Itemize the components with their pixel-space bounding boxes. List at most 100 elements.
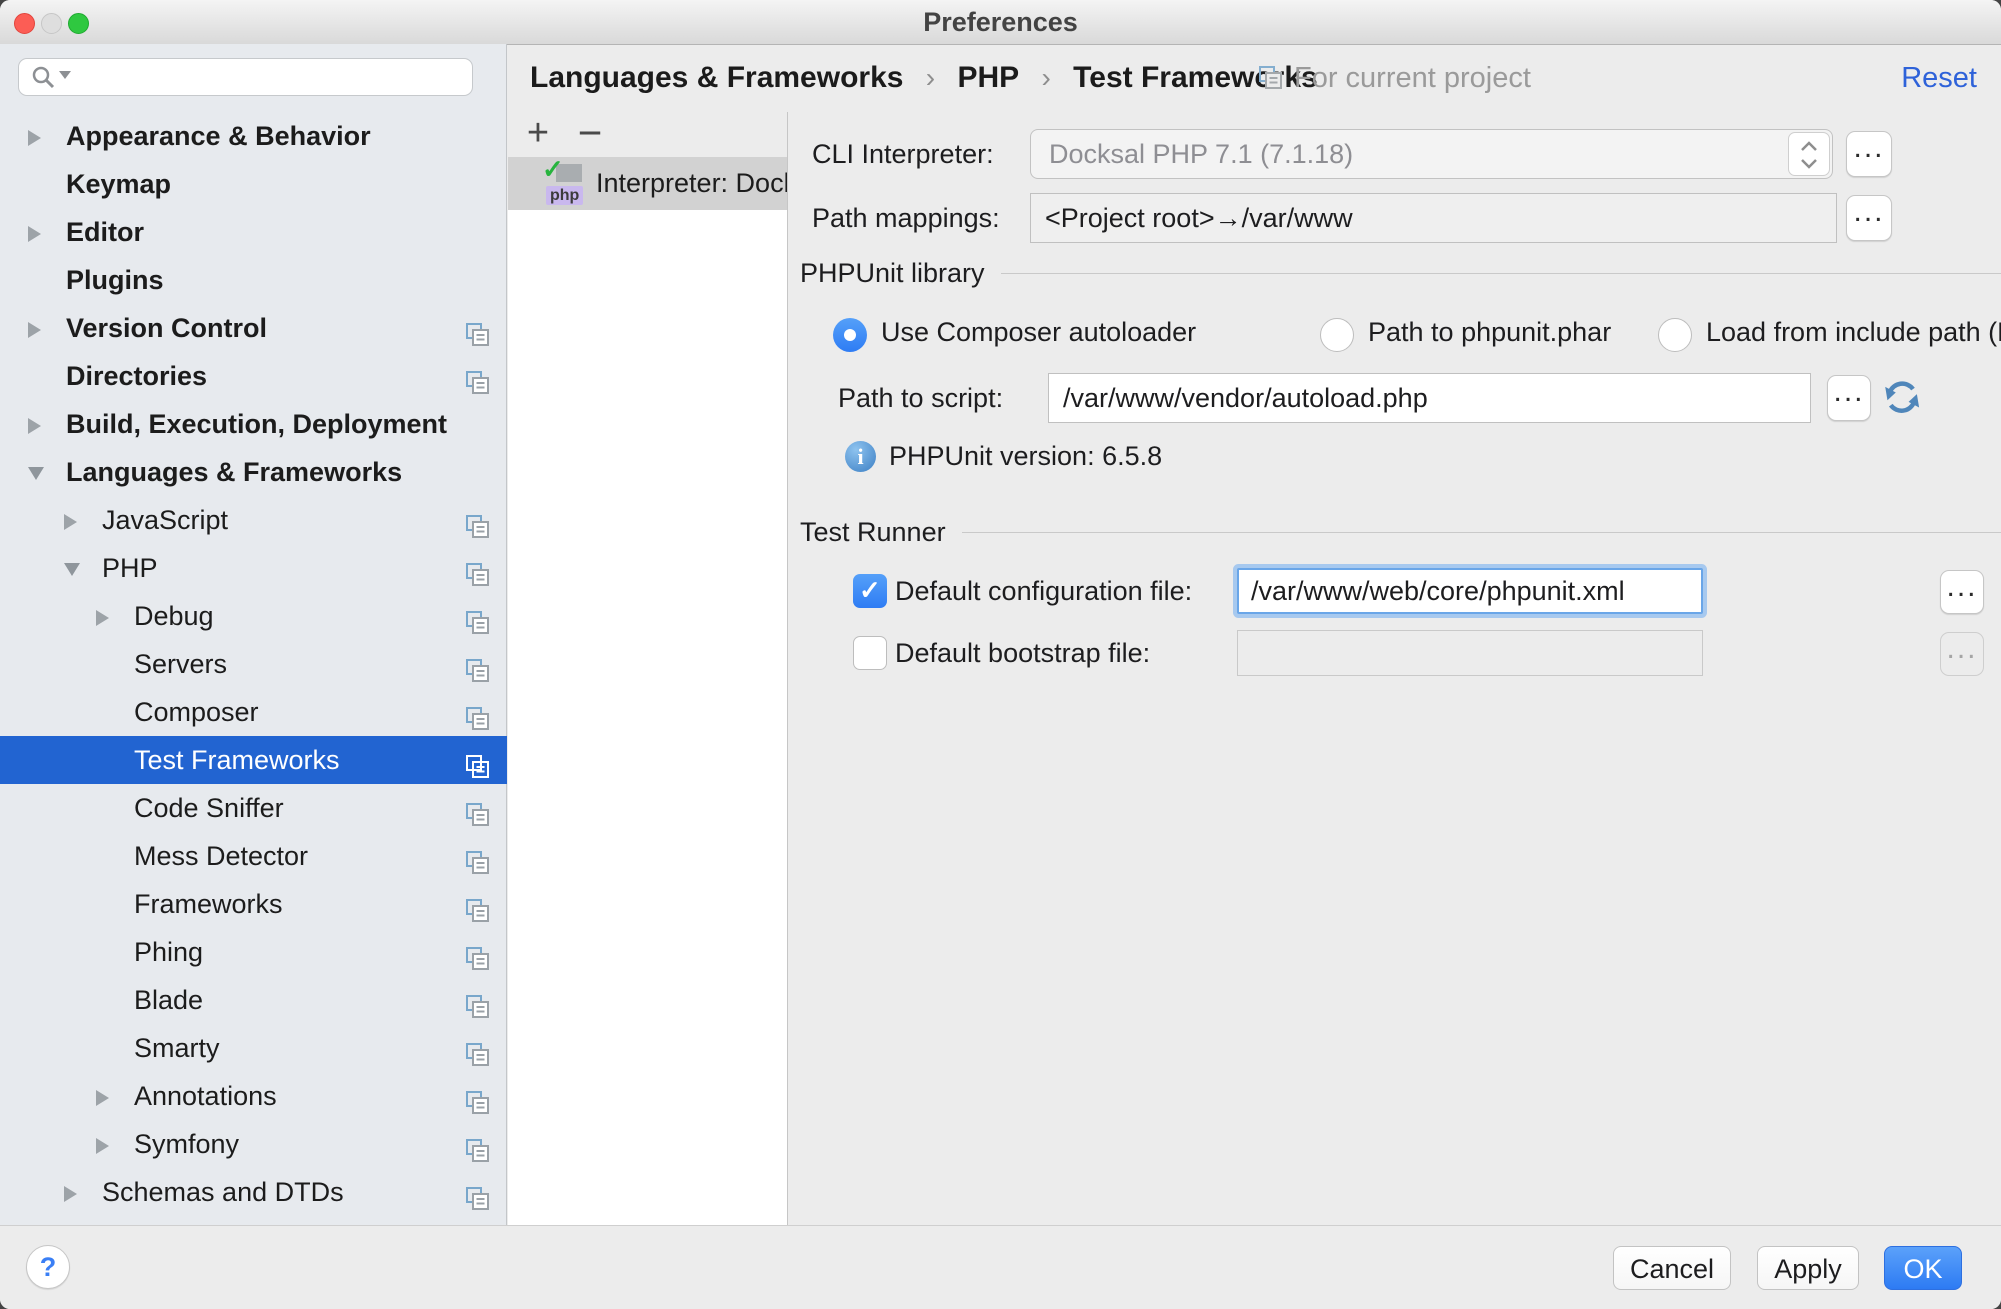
path-mappings-browse-button[interactable]: ...	[1846, 195, 1892, 241]
breadcrumb: Languages & Frameworks › PHP › Test Fram…	[530, 44, 1318, 112]
project-level-icon	[465, 315, 491, 341]
section-divider	[1001, 273, 2001, 274]
sidebar-item-label: Mess Detector	[134, 841, 308, 871]
search-box[interactable]	[18, 58, 473, 96]
radio-selected-icon[interactable]	[833, 318, 867, 352]
info-icon: i	[845, 441, 876, 472]
radio-unselected-icon[interactable]	[1658, 318, 1692, 352]
sidebar-item-label: Blade	[134, 985, 203, 1015]
chevron-right-icon[interactable]	[28, 418, 41, 434]
sidebar-item-schemas-and-dtds[interactable]: Schemas and DTDs	[0, 1168, 507, 1216]
sidebar-item-label: Keymap	[66, 169, 171, 199]
chevron-right-icon[interactable]	[96, 610, 109, 626]
scope-indicator: For current project	[1258, 44, 1531, 112]
reload-phpunit-version-icon[interactable]	[1883, 378, 1923, 418]
sidebar-item-directories[interactable]: Directories	[0, 352, 507, 400]
breadcrumb-separator: ›	[912, 62, 949, 93]
default-config-browse-button[interactable]: ...	[1940, 570, 1984, 614]
ok-button[interactable]: OK	[1884, 1246, 1962, 1290]
project-level-icon	[465, 507, 491, 533]
cli-interpreter-browse-button[interactable]: ...	[1846, 131, 1892, 177]
remove-interpreter-button[interactable]: −	[570, 112, 610, 157]
sidebar-item-build-execution-deployment[interactable]: Build, Execution, Deployment	[0, 400, 507, 448]
default-config-checkbox[interactable]	[853, 574, 887, 608]
sidebar-item-debug[interactable]: Debug	[0, 592, 507, 640]
interpreter-list-item[interactable]: ✓ php Interpreter: Dock	[508, 157, 787, 210]
path-mappings-value: <Project root>→/var/www	[1045, 194, 1353, 242]
radio-label: Path to phpunit.phar	[1368, 317, 1611, 347]
sidebar-item-smarty[interactable]: Smarty	[0, 1024, 507, 1072]
help-button[interactable]: ?	[26, 1245, 70, 1289]
search-filter-caret-icon[interactable]	[59, 71, 71, 79]
default-bootstrap-browse-button[interactable]: ...	[1940, 632, 1984, 676]
sidebar-item-phing[interactable]: Phing	[0, 928, 507, 976]
project-level-icon	[465, 699, 491, 725]
chevron-right-icon[interactable]	[64, 514, 77, 530]
sidebar-item-blade[interactable]: Blade	[0, 976, 507, 1024]
radio-unselected-icon[interactable]	[1320, 318, 1354, 352]
radio-load-from-include-path-pear[interactable]: Load from include path (PEAR)	[1658, 307, 2001, 357]
sidebar-item-javascript[interactable]: JavaScript	[0, 496, 507, 544]
sidebar-item-symfony[interactable]: Symfony	[0, 1120, 507, 1168]
project-level-icon	[465, 795, 491, 821]
sidebar-item-version-control[interactable]: Version Control	[0, 304, 507, 352]
sidebar-item-label: Smarty	[134, 1033, 220, 1063]
radio-use-composer-autoloader[interactable]: Use Composer autoloader	[833, 307, 1196, 357]
breadcrumb-languages-frameworks[interactable]: Languages & Frameworks	[530, 61, 903, 94]
chevron-right-icon[interactable]	[28, 322, 41, 338]
project-level-icon	[465, 363, 491, 389]
sidebar-item-editor[interactable]: Editor	[0, 208, 507, 256]
phpunit-radio-group: Use Composer autoloader Path to phpunit.p…	[789, 307, 2001, 357]
interpreter-list-item-label: Interpreter: Dock	[596, 157, 787, 210]
cli-interpreter-combobox[interactable]: Docksal PHP 7.1 (7.1.18)	[1030, 129, 1833, 179]
radio-path-to-phpunit-phar[interactable]: Path to phpunit.phar	[1320, 307, 1611, 357]
combobox-stepper-icon[interactable]	[1788, 132, 1830, 176]
interpreter-list-empty-area	[508, 210, 787, 1225]
interpreters-toolbar: + −	[508, 112, 787, 157]
settings-sidebar: Appearance & Behavior Keymap EditorPlugins…	[0, 44, 507, 1225]
project-level-icon	[465, 939, 491, 965]
chevron-right-icon[interactable]	[28, 226, 41, 242]
default-config-input[interactable]	[1237, 568, 1703, 614]
default-bootstrap-input[interactable]	[1237, 630, 1703, 676]
path-to-script-field[interactable]: /var/www/vendor/autoload.php	[1048, 373, 1811, 423]
path-mappings-field[interactable]: <Project root>→/var/www	[1030, 193, 1837, 243]
add-interpreter-button[interactable]: +	[518, 112, 558, 157]
apply-button[interactable]: Apply	[1757, 1246, 1859, 1290]
sidebar-item-languages-frameworks[interactable]: Languages & Frameworks	[0, 448, 507, 496]
sidebar-tree: Appearance & Behavior Keymap EditorPlugins…	[0, 112, 507, 1216]
project-level-icon	[465, 747, 491, 773]
sidebar-item-mess-detector[interactable]: Mess Detector	[0, 832, 507, 880]
test-frameworks-form: CLI Interpreter: Docksal PHP 7.1 (7.1.18…	[789, 112, 2001, 1225]
chevron-right-icon[interactable]	[96, 1090, 109, 1106]
reset-link[interactable]: Reset	[1901, 44, 1977, 112]
chevron-right-icon[interactable]	[64, 1186, 77, 1202]
sidebar-item-plugins[interactable]: Plugins	[0, 256, 507, 304]
phpunit-version-note: PHPUnit version: 6.5.8	[889, 431, 1162, 481]
sidebar-item-keymap[interactable]: Keymap	[0, 160, 507, 208]
sidebar-item-label: Test Frameworks	[134, 745, 340, 775]
chevron-right-icon[interactable]	[28, 130, 41, 146]
breadcrumb-php[interactable]: PHP	[957, 61, 1019, 94]
sidebar-item-servers[interactable]: Servers	[0, 640, 507, 688]
chevron-right-icon[interactable]	[96, 1138, 109, 1154]
sidebar-item-test-frameworks[interactable]: Test Frameworks	[0, 736, 507, 784]
sidebar-item-appearance-behavior[interactable]: Appearance & Behavior	[0, 112, 507, 160]
chevron-down-icon[interactable]	[64, 563, 80, 576]
sidebar-item-composer[interactable]: Composer	[0, 688, 507, 736]
project-level-icon	[465, 603, 491, 629]
sidebar-item-frameworks[interactable]: Frameworks	[0, 880, 507, 928]
preferences-window: Preferences Appearance & BehaviorKeymapE…	[0, 0, 2001, 1309]
cli-interpreter-value: Docksal PHP 7.1 (7.1.18)	[1049, 130, 1353, 178]
path-to-script-browse-button[interactable]: ...	[1827, 375, 1871, 421]
settings-search-input[interactable]	[75, 61, 469, 93]
cancel-button[interactable]: Cancel	[1613, 1246, 1731, 1290]
sidebar-item-code-sniffer[interactable]: Code Sniffer	[0, 784, 507, 832]
sidebar-item-label: Directories	[66, 361, 207, 391]
sidebar-item-annotations[interactable]: Annotations	[0, 1072, 507, 1120]
chevron-down-icon[interactable]	[28, 467, 44, 480]
section-divider	[962, 532, 2001, 533]
sidebar-item-php[interactable]: PHP	[0, 544, 507, 592]
default-bootstrap-checkbox[interactable]	[853, 636, 887, 670]
project-level-icon	[465, 987, 491, 1013]
